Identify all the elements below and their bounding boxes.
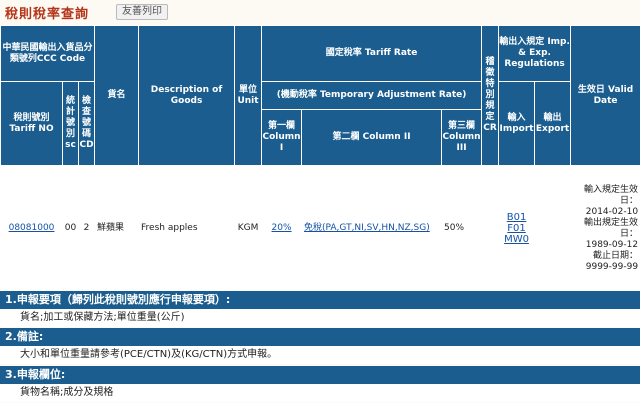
- export-codes-cell: [534, 165, 572, 292]
- goods-name-zh-cell: 鮮蘋果: [94, 165, 140, 292]
- section-heading-fields: 3.申報欄位:: [0, 366, 640, 384]
- import-code-link[interactable]: MW0: [500, 234, 534, 245]
- section-body-remarks: 大小和單位重量請參考(PCE/CTN)及(KG/CTN)方式申報。: [0, 346, 640, 364]
- valid-date-line: 9999-99-99: [585, 261, 639, 272]
- section-heading-declaration: 1.申報要項（歸列此稅則號別應行申報要項）:: [0, 291, 640, 309]
- tariff-no-link[interactable]: 08081000: [9, 223, 55, 233]
- fixed-rate-header: 國定稅率 Tariff Rate: [261, 25, 483, 82]
- column-1-link[interactable]: 20%: [272, 223, 292, 233]
- stat-no-cell: 00: [62, 165, 79, 292]
- goods-description-cell: Fresh apples: [138, 165, 236, 292]
- section-body-fields: 貨物名稱;成分及規格: [0, 384, 640, 402]
- goods-description-header: Description of Goods: [138, 25, 236, 166]
- check-digit-header: 檢查號碼CD: [77, 81, 96, 166]
- valid-date-line: 輸出規定生效日：: [584, 217, 639, 239]
- cr-cell: [481, 165, 500, 292]
- ccc-code-header: 中華民國輸出入貨品分類號列CCC Code: [0, 25, 96, 82]
- check-digit-cell: 2: [77, 165, 96, 292]
- cr-header: 稽徵特別規定CR: [481, 25, 500, 166]
- valid-date-cell: 輸入規定生效日： 2014-02-10 輸出規定生效日： 1989-09-12 …: [570, 165, 640, 292]
- unit-header: 單位 Unit: [234, 25, 263, 166]
- column-1-header: 第一欄 Column I: [261, 109, 303, 166]
- valid-date-line: 1989-09-12: [585, 239, 639, 250]
- tariff-no-header: 稅則號別 Tariff NO: [0, 81, 63, 166]
- title-bar: 稅則稅率查詢 友善列印: [0, 0, 640, 24]
- goods-name-zh-header: 貨名: [94, 25, 140, 166]
- unit-cell: KGM: [234, 165, 263, 292]
- print-friendly-button[interactable]: 友善列印: [116, 4, 168, 20]
- import-header: 輸入 Import: [498, 81, 536, 166]
- column-2-header: 第二欄 Column II: [301, 109, 443, 166]
- valid-date-line: 輸入規定生效日：: [584, 184, 639, 206]
- import-code-link[interactable]: F01: [500, 223, 534, 234]
- stat-no-header: 統計號別sc: [62, 81, 79, 166]
- column-2-link[interactable]: 免稅(PA,GT,NI,SV,HN,NZ,SG): [304, 223, 430, 233]
- regulations-header: 輸出入規定 Imp. & Exp. Regulations: [498, 25, 572, 82]
- column-3-header: 第三欄 Column III: [441, 109, 483, 166]
- temp-rate-header: (機動稅率 Temporary Adjustment Rate): [261, 81, 483, 110]
- tariff-table: 中華民國輸出入貨品分類號列CCC Code 貨名 Description of …: [0, 25, 640, 292]
- column-3-cell: 50%: [441, 165, 483, 292]
- section-body-declaration: 貨名;加工或保藏方法;單位重量(公斤): [0, 309, 640, 327]
- valid-date-header: 生效日 Valid Date: [570, 25, 640, 166]
- page-title: 稅則稅率查詢: [5, 7, 90, 22]
- import-code-link[interactable]: B01: [500, 212, 534, 223]
- section-heading-remarks: 2.備註:: [0, 328, 640, 346]
- valid-date-line: 2014-02-10: [585, 206, 639, 217]
- valid-date-line: 截止日期：: [593, 250, 639, 261]
- import-codes-cell: B01 F01 MW0: [498, 165, 536, 292]
- export-header: 輸出 Export: [534, 81, 572, 166]
- table-row: 08081000 00 2 鮮蘋果 Fresh apples KGM 20% 免…: [0, 165, 640, 292]
